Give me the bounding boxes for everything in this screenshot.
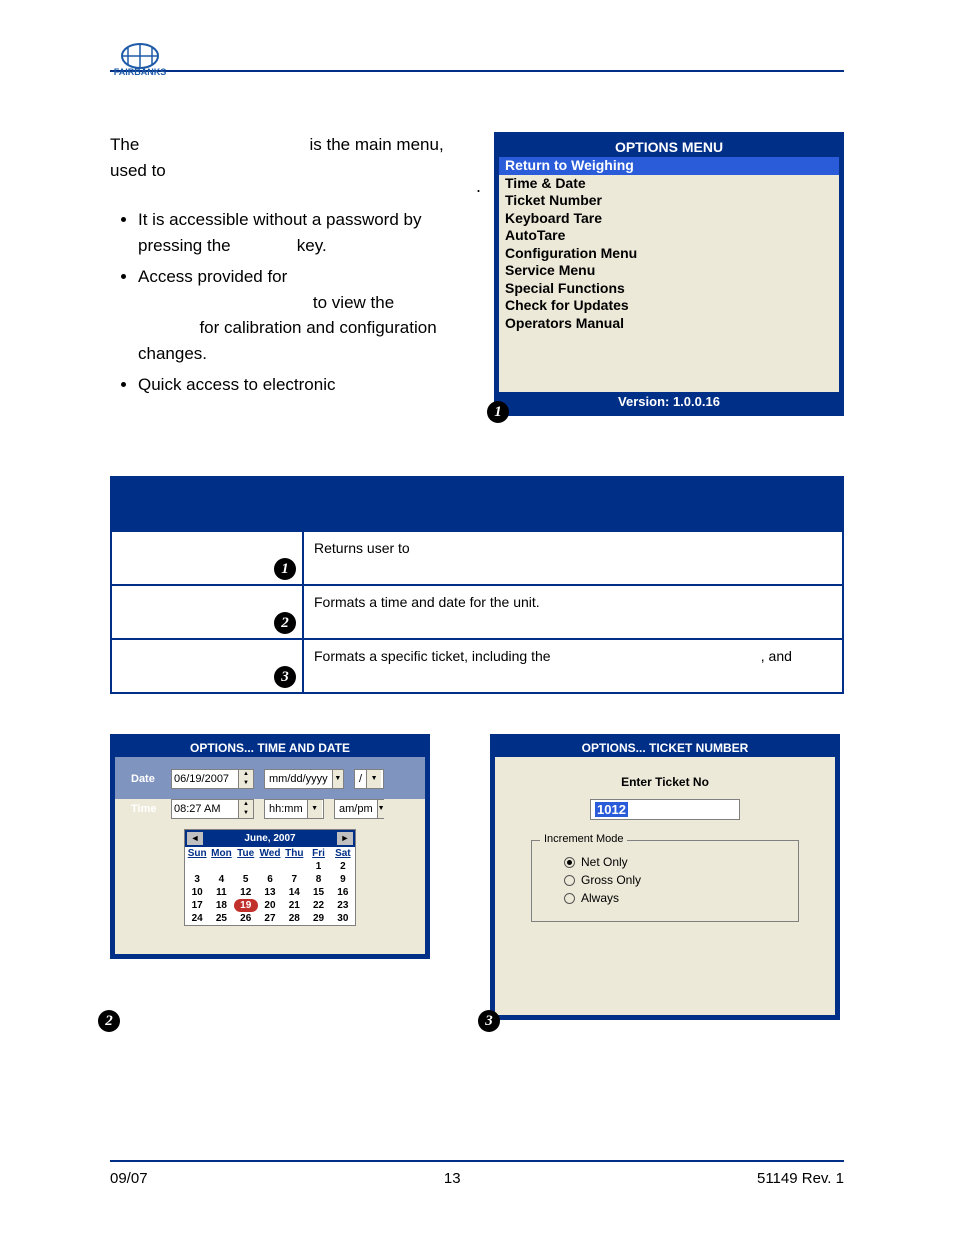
cal-day[interactable]: 10 (185, 886, 209, 899)
cal-day[interactable]: 6 (258, 873, 282, 886)
date-format-combo[interactable]: mm/dd/yyyy▼ (264, 769, 344, 789)
cal-day[interactable] (185, 860, 209, 873)
date-label: Date (131, 773, 161, 785)
menu-item-autotare[interactable]: AutoTare (499, 227, 839, 245)
callout-2-inline: 2 (274, 612, 296, 634)
options-menu-title: OPTIONS MENU (499, 137, 839, 157)
cal-day[interactable] (282, 860, 306, 873)
cal-day[interactable]: 21 (282, 899, 306, 912)
version-label: Version: 1.0.0.16 (499, 392, 839, 411)
ticket-number-input[interactable]: 1012 (590, 799, 740, 820)
time-format-combo[interactable]: hh:mm▼ (264, 799, 324, 819)
increment-legend: Increment Mode (540, 833, 627, 845)
menu-item-manual[interactable]: Operators Manual (499, 315, 839, 333)
calendar[interactable]: ◄ June, 2007 ► SunMonTueWedThuFriSat1234… (184, 829, 356, 926)
table-row: 3 (111, 639, 303, 693)
cal-month: June, 2007 (244, 833, 295, 844)
cal-day[interactable]: 15 (306, 886, 330, 899)
cal-day[interactable]: 24 (185, 912, 209, 925)
ampm-combo[interactable]: am/pm▼ (334, 799, 384, 819)
menu-item-ticket-number[interactable]: Ticket Number (499, 192, 839, 210)
table-row: 1 (111, 531, 303, 585)
cal-day[interactable]: 17 (185, 899, 209, 912)
callout-2: 2 (98, 1010, 120, 1032)
cal-day[interactable]: 11 (209, 886, 233, 899)
menu-item-keyboard-tare[interactable]: Keyboard Tare (499, 210, 839, 228)
cal-day[interactable]: 4 (209, 873, 233, 886)
cal-day[interactable]: 5 (234, 873, 258, 886)
cal-day[interactable]: 26 (234, 912, 258, 925)
menu-item-updates[interactable]: Check for Updates (499, 297, 839, 315)
footer-rev: 51149 Rev. 1 (757, 1170, 844, 1187)
cal-day[interactable]: 8 (306, 873, 330, 886)
cal-day[interactable]: 27 (258, 912, 282, 925)
callout-3-inline: 3 (274, 666, 296, 688)
date-sep-combo[interactable]: /▼ (354, 769, 384, 789)
cal-day[interactable]: 7 (282, 873, 306, 886)
time-label: Time (131, 803, 161, 815)
cal-day[interactable]: 30 (331, 912, 355, 925)
cal-prev[interactable]: ◄ (187, 832, 203, 845)
cal-day[interactable]: 29 (306, 912, 330, 925)
cal-day[interactable]: 1 (306, 860, 330, 873)
cal-day[interactable]: 28 (282, 912, 306, 925)
increment-mode-fieldset: Increment Mode Net Only Gross Only Alway… (531, 840, 799, 922)
cal-day[interactable]: 14 (282, 886, 306, 899)
date-input[interactable] (172, 773, 238, 785)
menu-item-service[interactable]: Service Menu (499, 262, 839, 280)
cal-day[interactable]: 3 (185, 873, 209, 886)
page-footer: 09/07 13 51149 Rev. 1 (110, 1160, 844, 1187)
radio-net-only[interactable]: Net Only (564, 855, 780, 869)
time-input[interactable] (172, 803, 238, 815)
cal-day[interactable]: 12 (234, 886, 258, 899)
footer-page: 13 (444, 1170, 461, 1187)
callout-1-inline: 1 (274, 558, 296, 580)
time-date-title: OPTIONS... TIME AND DATE (115, 739, 425, 757)
cal-day[interactable] (234, 860, 258, 873)
bullet-list: It is accessible without a password by p… (110, 207, 464, 398)
menu-item-return[interactable]: Return to Weighing (499, 157, 839, 175)
ticket-title: OPTIONS... TICKET NUMBER (495, 739, 835, 757)
menu-item-time-date[interactable]: Time & Date (499, 175, 839, 193)
cal-day[interactable] (258, 860, 282, 873)
cal-day[interactable]: 2 (331, 860, 355, 873)
cal-day[interactable]: 16 (331, 886, 355, 899)
cal-day[interactable]: 22 (306, 899, 330, 912)
page-header: FAIRBANKS (110, 50, 844, 72)
footer-date: 09/07 (110, 1170, 148, 1187)
enter-ticket-label: Enter Ticket No (511, 775, 819, 789)
fairbanks-logo: FAIRBANKS (110, 42, 170, 89)
cal-day[interactable]: 23 (331, 899, 355, 912)
cal-day[interactable]: 9 (331, 873, 355, 886)
dot: . (476, 176, 481, 197)
options-menu-list: Return to Weighing Time & Date Ticket Nu… (499, 157, 839, 332)
table-header-right (303, 477, 843, 531)
radio-gross-only[interactable]: Gross Only (564, 873, 780, 887)
svg-text:FAIRBANKS: FAIRBANKS (114, 67, 167, 77)
callout-1: 1 (487, 401, 509, 423)
menu-item-config[interactable]: Configuration Menu (499, 245, 839, 263)
radio-always[interactable]: Always (564, 891, 780, 905)
table-cell: Returns user to (303, 531, 843, 585)
options-menu-panel: OPTIONS MENU Return to Weighing Time & D… (494, 132, 844, 416)
callout-3: 3 (478, 1010, 500, 1032)
intro-text: The _________________ is the main menu, … (110, 132, 464, 415)
description-table: 1 Returns user to 2 Formats a time and d… (110, 476, 844, 694)
table-cell: Formats a specific ticket, including the… (303, 639, 843, 693)
time-date-dialog: OPTIONS... TIME AND DATE Date ▲▼ mm/dd/y… (110, 734, 430, 959)
menu-item-special[interactable]: Special Functions (499, 280, 839, 298)
table-header-left (111, 477, 303, 531)
cal-day[interactable]: 18 (209, 899, 233, 912)
cal-day[interactable]: 13 (258, 886, 282, 899)
cal-day[interactable] (209, 860, 233, 873)
ticket-dialog: OPTIONS... TICKET NUMBER Enter Ticket No… (490, 734, 840, 1020)
table-row: 2 (111, 585, 303, 639)
cal-day[interactable]: 19 (234, 899, 258, 912)
cal-next[interactable]: ► (337, 832, 353, 845)
time-spinner[interactable]: ▲▼ (171, 799, 254, 819)
cal-day[interactable]: 20 (258, 899, 282, 912)
cal-day[interactable]: 25 (209, 912, 233, 925)
date-spinner[interactable]: ▲▼ (171, 769, 254, 789)
table-cell: Formats a time and date for the unit. (303, 585, 843, 639)
